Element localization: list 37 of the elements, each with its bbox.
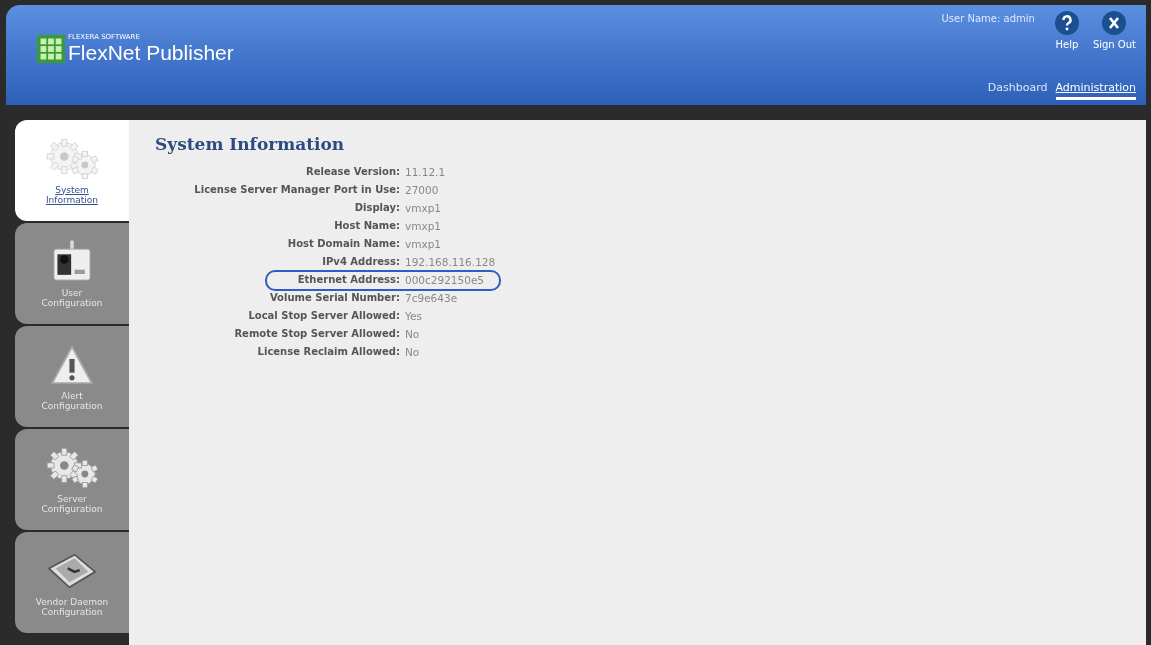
field-label: License Reclaim Allowed: bbox=[256, 345, 400, 359]
question-mark-icon bbox=[1054, 11, 1079, 35]
field-label: IPv4 Address: bbox=[321, 255, 400, 269]
field-value: 192.168.116.128 bbox=[405, 255, 496, 270]
help-button[interactable]: Help bbox=[1054, 11, 1079, 50]
field-value: No bbox=[405, 345, 420, 360]
field-label: Release Version: bbox=[305, 165, 400, 179]
field-label: Host Name: bbox=[333, 219, 400, 233]
field-value: vmxp1 bbox=[405, 201, 441, 216]
sidebar-tab[interactable]: System Information bbox=[15, 120, 129, 221]
field-value: No bbox=[405, 327, 420, 342]
field-value: 11.12.1 bbox=[405, 165, 446, 180]
sidebar-tab[interactable]: User Configuration bbox=[15, 223, 129, 324]
field-label: Remote Stop Server Allowed: bbox=[233, 327, 400, 341]
field-value: 000c292150e5 bbox=[405, 273, 485, 288]
grid-logo-icon bbox=[36, 35, 66, 63]
field-value: Yes bbox=[405, 309, 422, 324]
field-value: vmxp1 bbox=[405, 219, 441, 234]
sidebar-tab[interactable]: Server Configuration bbox=[15, 429, 129, 530]
field-value: vmxp1 bbox=[405, 237, 441, 252]
product-name: FlexNet Publisher bbox=[68, 41, 234, 65]
sign-out-button[interactable]: Sign Out bbox=[1092, 11, 1136, 50]
page-title: System Information bbox=[155, 134, 346, 154]
sidebar-tab[interactable]: Alert Configuration bbox=[15, 326, 129, 427]
field-value: 7c9e643e bbox=[405, 291, 458, 306]
sidebar-tab[interactable]: Vendor Daemon Configuration bbox=[15, 532, 129, 633]
field-label: Display: bbox=[353, 201, 400, 215]
field-label: Ethernet Address: bbox=[296, 273, 400, 287]
nav-link[interactable]: Dashboard bbox=[987, 81, 1048, 100]
nav-link[interactable]: Administration bbox=[1055, 81, 1136, 100]
field-label: Host Domain Name: bbox=[286, 237, 400, 251]
field-label: Volume Serial Number: bbox=[268, 291, 400, 305]
field-value: 27000 bbox=[405, 183, 439, 198]
user-name-label: User Name: admin bbox=[941, 13, 1035, 24]
x-icon bbox=[1102, 11, 1127, 35]
field-label: License Server Manager Port in Use: bbox=[193, 183, 400, 197]
field-label: Local Stop Server Allowed: bbox=[247, 309, 400, 323]
